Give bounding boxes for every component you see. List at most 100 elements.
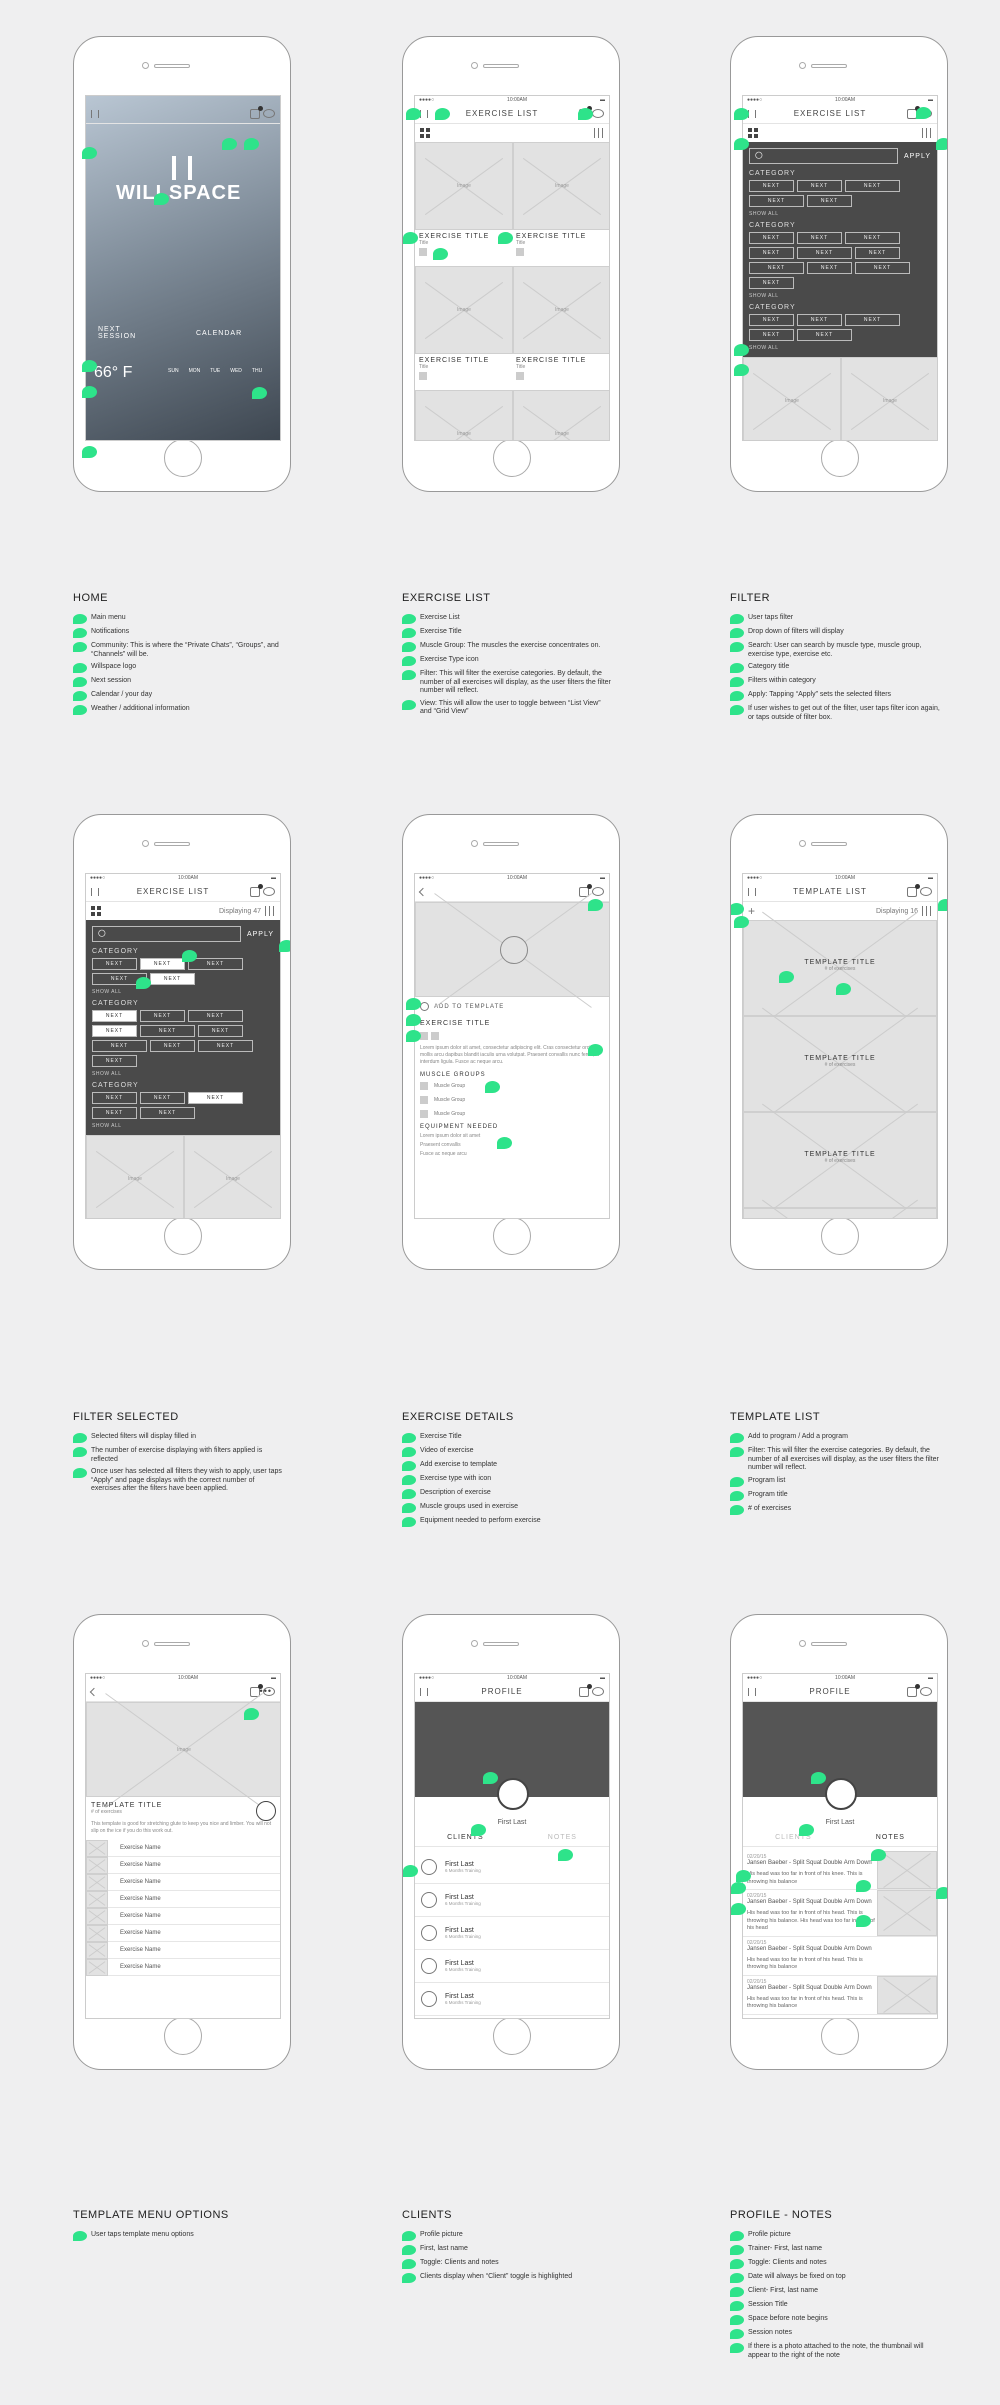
- clients-notes-toggle[interactable]: CLIENTS NOTES: [743, 1834, 937, 1847]
- show-all-link[interactable]: SHOW ALL: [92, 989, 274, 995]
- filter-chip[interactable]: NEXT: [150, 973, 195, 985]
- filter-chip[interactable]: NEXT: [797, 247, 852, 259]
- main-menu-icon[interactable]: [420, 1687, 428, 1696]
- client-row[interactable]: First Last6 Months Training: [415, 1851, 609, 1884]
- filter-chip[interactable]: NEXT: [92, 1010, 137, 1022]
- home-button[interactable]: [821, 1217, 859, 1255]
- notifications-icon[interactable]: [579, 1683, 592, 1697]
- filter-chip[interactable]: NEXT: [749, 329, 794, 341]
- filter-chip[interactable]: NEXT: [749, 277, 794, 289]
- community-icon[interactable]: [263, 109, 275, 118]
- search-input[interactable]: ○: [749, 147, 898, 164]
- filter-chip[interactable]: NEXT: [140, 958, 185, 970]
- filter-chip[interactable]: NEXT: [855, 247, 900, 259]
- filter-icon[interactable]: [922, 906, 932, 916]
- filter-chip[interactable]: NEXT: [188, 1010, 243, 1022]
- exercise-row[interactable]: Exercise Name: [86, 1873, 280, 1891]
- plus-circle-icon[interactable]: [420, 1002, 429, 1011]
- filter-chip[interactable]: NEXT: [92, 1040, 147, 1052]
- filter-chip[interactable]: NEXT: [140, 1107, 195, 1119]
- community-icon[interactable]: [263, 887, 275, 896]
- filter-chip[interactable]: NEXT: [92, 1107, 137, 1119]
- filter-chip[interactable]: NEXT: [749, 247, 794, 259]
- filter-icon[interactable]: [594, 128, 604, 138]
- note-entry[interactable]: 02/20/15 Jansen Baeber - Split Squat Doub…: [743, 1890, 937, 1937]
- filter-chip[interactable]: NEXT: [807, 262, 852, 274]
- show-all-link[interactable]: SHOW ALL: [749, 211, 931, 217]
- note-entry[interactable]: 02/20/15 Jansen Baeber - Split Squat Doub…: [743, 1851, 937, 1890]
- notifications-icon[interactable]: [907, 883, 920, 897]
- filter-chip[interactable]: NEXT: [845, 180, 900, 192]
- main-menu-icon[interactable]: [748, 109, 756, 118]
- filter-chip[interactable]: NEXT: [92, 1055, 137, 1067]
- back-icon[interactable]: [89, 1687, 99, 1696]
- exercise-card[interactable]: EXERCISE TITLE Title: [512, 230, 609, 266]
- home-button[interactable]: [164, 1217, 202, 1255]
- main-menu-icon[interactable]: [420, 109, 428, 118]
- community-icon[interactable]: [592, 887, 604, 896]
- grid-view-icon[interactable]: [420, 128, 430, 138]
- filter-chip[interactable]: NEXT: [749, 262, 804, 274]
- notifications-icon[interactable]: [250, 105, 263, 119]
- filter-chip[interactable]: NEXT: [92, 958, 137, 970]
- notifications-icon[interactable]: [907, 1683, 920, 1697]
- tab-notes[interactable]: NOTES: [876, 1834, 905, 1841]
- exercise-card[interactable]: EXERCISE TITLE Title: [415, 354, 512, 390]
- filter-chip[interactable]: NEXT: [749, 314, 794, 326]
- filter-chip[interactable]: NEXT: [198, 1040, 253, 1052]
- client-row[interactable]: First Last6 Months Training: [415, 1917, 609, 1950]
- template-card[interactable]: TEMPLATE TITLE# of exercises: [743, 1208, 937, 1218]
- filter-chip[interactable]: NEXT: [188, 958, 243, 970]
- filter-chip[interactable]: NEXT: [845, 314, 900, 326]
- community-icon[interactable]: [592, 1687, 604, 1696]
- client-row[interactable]: First Last6 Months Training: [415, 1950, 609, 1983]
- filter-icon[interactable]: [265, 906, 275, 916]
- filter-chip[interactable]: NEXT: [140, 1010, 185, 1022]
- exercise-row[interactable]: Exercise Name: [86, 1924, 280, 1942]
- play-button-icon[interactable]: [500, 936, 528, 964]
- grid-view-icon[interactable]: [748, 128, 758, 138]
- show-all-link[interactable]: SHOW ALL: [92, 1071, 274, 1077]
- main-menu-icon[interactable]: [748, 1687, 756, 1696]
- filter-chip[interactable]: NEXT: [150, 1040, 195, 1052]
- apply-button[interactable]: APPLY: [247, 931, 274, 938]
- community-icon[interactable]: [592, 109, 604, 118]
- community-icon[interactable]: [920, 1687, 932, 1696]
- filter-chip[interactable]: NEXT: [140, 1025, 195, 1037]
- home-button[interactable]: [493, 1217, 531, 1255]
- client-row[interactable]: First Last6 Months Training: [415, 1983, 609, 2016]
- clients-notes-toggle[interactable]: CLIENTS NOTES: [415, 1834, 609, 1847]
- community-icon[interactable]: [920, 887, 932, 896]
- show-all-link[interactable]: SHOW ALL: [749, 345, 931, 351]
- filter-chip[interactable]: NEXT: [140, 1092, 185, 1104]
- filter-chip[interactable]: NEXT: [797, 329, 852, 341]
- filter-chip[interactable]: NEXT: [198, 1025, 243, 1037]
- client-row[interactable]: First Last6 Months Training: [415, 1884, 609, 1917]
- tab-notes[interactable]: NOTES: [548, 1834, 577, 1841]
- notifications-icon[interactable]: [250, 883, 263, 897]
- template-card[interactable]: TEMPLATE TITLE# of exercises: [743, 1016, 937, 1112]
- filter-chip[interactable]: NEXT: [855, 262, 910, 274]
- filter-chip[interactable]: NEXT: [749, 180, 794, 192]
- home-button[interactable]: [164, 439, 202, 477]
- note-entry[interactable]: 02/20/15 Jansen Baeber - Split Squat Doub…: [743, 1937, 937, 1976]
- add-program-icon[interactable]: +: [748, 904, 755, 918]
- exercise-video[interactable]: [415, 902, 609, 997]
- template-card[interactable]: TEMPLATE TITLE# of exercises: [743, 1112, 937, 1208]
- filter-chip[interactable]: NEXT: [797, 314, 842, 326]
- filter-chip[interactable]: NEXT: [797, 180, 842, 192]
- home-button[interactable]: [821, 2017, 859, 2055]
- next-session-link[interactable]: NEXT SESSION: [98, 326, 136, 340]
- show-all-link[interactable]: SHOW ALL: [92, 1123, 274, 1129]
- main-menu-icon[interactable]: [91, 887, 99, 896]
- filter-chip[interactable]: NEXT: [749, 232, 794, 244]
- main-menu-icon[interactable]: [748, 887, 756, 896]
- filter-chip[interactable]: NEXT: [92, 1025, 137, 1037]
- main-menu-icon[interactable]: [91, 109, 99, 118]
- exercise-row[interactable]: Exercise Name: [86, 1890, 280, 1908]
- filter-chip[interactable]: NEXT: [188, 1092, 243, 1104]
- grid-view-icon[interactable]: [91, 906, 101, 916]
- calendar-link[interactable]: CALENDAR: [196, 330, 242, 337]
- filter-icon[interactable]: [922, 128, 932, 138]
- apply-button[interactable]: APPLY: [904, 153, 931, 160]
